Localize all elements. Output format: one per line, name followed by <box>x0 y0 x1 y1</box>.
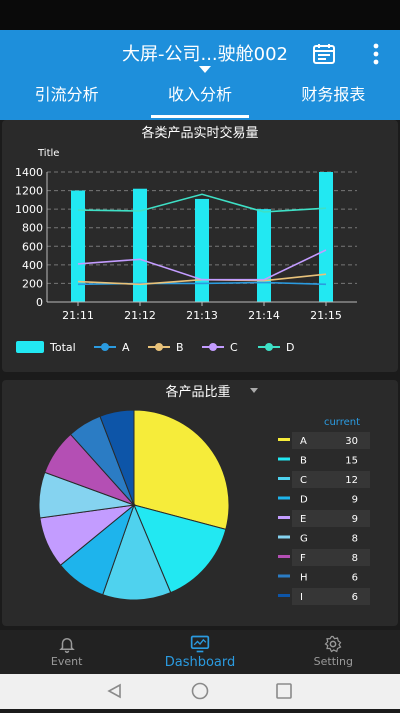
system-nav-bar <box>0 674 400 709</box>
legend-value: 6 <box>352 573 358 584</box>
recents-icon[interactable] <box>276 683 292 699</box>
legend-label[interactable]: F <box>300 553 306 564</box>
legend-marker <box>101 343 109 351</box>
product-share-chart: 各产品比重 current A 30 B 15 C 12 D 9 E 9 G 8 F 8 H 6 I 6 <box>38 384 370 605</box>
tab-revenue-analysis[interactable]: 收入分析 <box>133 75 266 120</box>
product-share-card: 各产品比重 current A 30 B 15 C 12 D 9 E 9 G 8 F 8 H 6 I 6 <box>2 380 398 626</box>
chevron-down-icon[interactable] <box>250 388 258 393</box>
legend-value: 9 <box>352 514 358 525</box>
x-tick-label: 21:13 <box>186 309 218 322</box>
legend-marker <box>265 343 273 351</box>
y-tick-label: 0 <box>36 296 43 309</box>
legend-label[interactable]: A <box>122 341 130 354</box>
legend-swatch <box>278 516 290 519</box>
title-selector[interactable]: 大屏-公司...驶舱002 <box>110 40 300 73</box>
bottom-nav: Event Dashboard Setting <box>0 630 400 674</box>
legend-label[interactable]: G <box>300 534 308 545</box>
y-tick-label: 600 <box>22 240 43 253</box>
legend-swatch <box>278 594 290 597</box>
y-tick-label: 400 <box>22 259 43 272</box>
bar-total[interactable] <box>71 190 85 302</box>
tab-bar: 引流分析 收入分析 财务报表 <box>0 75 400 120</box>
legend-swatch <box>278 555 290 558</box>
tab-traffic-analysis[interactable]: 引流分析 <box>0 75 133 120</box>
legend-swatch <box>278 438 290 441</box>
y-axis-title: Title <box>37 148 59 159</box>
legend-label[interactable]: D <box>286 341 294 354</box>
y-tick-label: 1400 <box>15 166 43 179</box>
status-bar <box>0 0 400 30</box>
legend-label[interactable]: C <box>230 341 238 354</box>
nav-label: Dashboard <box>164 655 236 670</box>
x-tick-label: 21:12 <box>124 309 156 322</box>
nav-label: Setting <box>313 655 354 668</box>
chart-title: 各产品比重 <box>165 384 230 400</box>
legend-value: 6 <box>352 592 358 603</box>
legend-marker <box>209 343 217 351</box>
nav-dashboard[interactable]: Dashboard <box>133 630 266 674</box>
legend-value: 12 <box>345 475 358 486</box>
legend-label[interactable]: B <box>300 456 307 467</box>
back-icon[interactable] <box>107 683 121 699</box>
legend-value: 9 <box>352 495 358 506</box>
legend-label[interactable]: B <box>176 341 184 354</box>
calendar-icon[interactable] <box>312 42 336 66</box>
nav-event[interactable]: Event <box>0 630 133 674</box>
bar-total[interactable] <box>195 198 209 302</box>
system-nav-icons <box>107 682 292 700</box>
nav-label: Event <box>50 655 83 668</box>
page-title: 大屏-公司...驶舱002 <box>121 44 289 65</box>
x-tick-label: 21:14 <box>248 309 280 322</box>
y-tick-label: 200 <box>22 277 43 290</box>
legend-label[interactable]: D <box>300 495 308 506</box>
legend-label[interactable]: A <box>300 436 307 447</box>
legend-header: current <box>324 417 360 428</box>
legend-label[interactable]: I <box>300 592 303 603</box>
dashboard-icon <box>190 635 210 653</box>
y-tick-label: 800 <box>22 222 43 235</box>
transaction-chart-card: 各类产品实时交易量 Title 0 200 400 600 800 1000 1200 140… <box>2 120 398 372</box>
legend-marker <box>155 343 163 351</box>
legend-label[interactable]: Total <box>49 341 76 354</box>
y-tick-label: 1200 <box>15 185 43 198</box>
transaction-chart: 各类产品实时交易量 Title 0 200 400 600 800 1000 1200 140… <box>15 125 357 354</box>
legend-swatch <box>278 496 290 500</box>
chart-title: 各类产品实时交易量 <box>141 125 258 141</box>
gear-icon <box>324 635 342 653</box>
bar-total[interactable] <box>257 209 271 302</box>
legend-row-bg <box>292 588 370 605</box>
app-bar: 大屏-公司...驶舱002 引流分析 收入分析 财务报表 <box>0 30 400 120</box>
legend-value: 30 <box>345 436 358 447</box>
legend-swatch <box>278 574 290 578</box>
legend-value: 8 <box>352 534 358 545</box>
bar-total[interactable] <box>319 172 333 302</box>
home-icon[interactable] <box>191 682 209 700</box>
legend-label[interactable]: H <box>300 573 308 584</box>
legend-swatch <box>278 457 290 461</box>
y-tick-label: 1000 <box>15 203 43 216</box>
nav-setting[interactable]: Setting <box>267 630 400 674</box>
legend-swatch <box>278 477 290 480</box>
legend-value: 8 <box>352 553 358 564</box>
x-tick-label: 21:11 <box>62 309 94 322</box>
caret-down-icon <box>199 66 211 73</box>
tab-financial-report[interactable]: 财务报表 <box>267 75 400 120</box>
bell-icon <box>58 638 75 653</box>
legend-label[interactable]: E <box>300 514 306 525</box>
legend-value: 15 <box>345 456 358 467</box>
legend-swatch <box>278 535 290 539</box>
legend-swatch <box>16 341 44 353</box>
legend-label[interactable]: C <box>300 475 307 486</box>
x-tick-label: 21:15 <box>310 309 342 322</box>
more-vertical-icon[interactable] <box>366 42 386 66</box>
